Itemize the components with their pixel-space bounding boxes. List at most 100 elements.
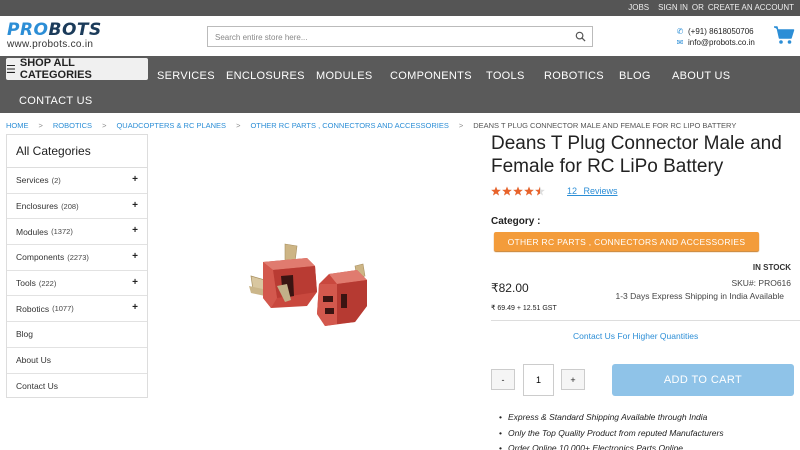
category-button[interactable]: OTHER RC PARTS , CONNECTORS AND ACCESSOR… xyxy=(494,232,759,251)
phone-icon: ✆ xyxy=(676,27,684,36)
reviews-link[interactable]: 12 Reviews xyxy=(567,186,618,196)
sidebar-title: All Categories xyxy=(7,135,147,168)
sidebar-item-modules[interactable]: Modules (1372) + xyxy=(7,219,147,246)
breadcrumb-separator: > xyxy=(458,121,464,130)
expand-icon[interactable]: + xyxy=(132,174,138,185)
add-to-cart-button[interactable]: ADD TO CART xyxy=(612,364,794,396)
breadcrumb-quadcopters[interactable]: QUADCOPTERS & RC PLANES xyxy=(116,121,226,130)
quantity-input[interactable] xyxy=(523,364,554,396)
star-icon xyxy=(491,186,501,196)
shop-all-categories-button[interactable]: ☰ SHOP ALL CATEGORIES xyxy=(6,57,148,81)
nav-item-modules[interactable]: MODULES xyxy=(316,70,373,82)
contact-info: ✆ (+91) 8618050706 ✉ info@probots.co.in xyxy=(676,26,755,48)
sidebar-item-label: Services xyxy=(16,175,49,186)
sidebar-item-blog[interactable]: Blog xyxy=(7,322,147,348)
account-links: JOBS SIGN IN OR CREATE AN ACCOUNT xyxy=(628,3,794,12)
category-sidebar: All Categories Services (2) + Enclosures… xyxy=(6,134,148,398)
search-box xyxy=(207,26,593,47)
product-image[interactable] xyxy=(245,236,375,341)
main-nav: ☰ SHOP ALL CATEGORIES SERVICES ENCLOSURE… xyxy=(0,56,800,113)
list-item: • Order Online 10,000+ Electronics Parts … xyxy=(499,441,724,450)
product-price: ₹82.00 xyxy=(491,281,529,295)
search-input[interactable] xyxy=(208,28,568,47)
breadcrumb-separator: > xyxy=(102,121,107,130)
sidebar-item-count: (208) xyxy=(61,201,79,211)
breadcrumb-separator: > xyxy=(236,121,241,130)
breadcrumb-other-rc-parts[interactable]: OTHER RC PARTS , CONNECTORS AND ACCESSOR… xyxy=(250,121,448,130)
breadcrumb-home[interactable]: HOME xyxy=(6,121,29,130)
phone-number[interactable]: (+91) 8618050706 xyxy=(688,26,754,37)
bullet-icon: • xyxy=(499,412,502,422)
sidebar-item-count: (1372) xyxy=(51,227,73,237)
nav-item-robotics[interactable]: ROBOTICS xyxy=(544,70,604,82)
cart-icon[interactable] xyxy=(773,25,795,45)
sidebar-item-services[interactable]: Services (2) + xyxy=(7,168,147,194)
expand-icon[interactable]: + xyxy=(132,225,138,236)
sidebar-item-label: Blog xyxy=(16,329,34,340)
female-connector xyxy=(317,263,367,326)
sidebar-item-count: (1077) xyxy=(52,304,74,314)
email-address[interactable]: info@probots.co.in xyxy=(688,37,755,48)
list-item: • Express & Standard Shipping Available t… xyxy=(499,410,724,426)
male-connector xyxy=(249,243,317,308)
contact-higher-quantities-link[interactable]: Contact Us For Higher Quantities xyxy=(573,331,698,341)
expand-icon[interactable]: + xyxy=(132,251,138,262)
sign-in-link[interactable]: SIGN IN xyxy=(658,3,688,12)
nav-item-enclosures[interactable]: ENCLOSURES xyxy=(226,70,305,82)
star-icon xyxy=(513,186,523,196)
highlight-text: Express & Standard Shipping Available th… xyxy=(507,412,708,422)
sidebar-item-label: About Us xyxy=(16,355,51,366)
or-text: OR xyxy=(691,3,704,12)
sku: SKU#: PRO616 xyxy=(731,278,791,288)
logo-brand-part1: PRO xyxy=(7,20,49,40)
site-logo[interactable]: PROBOTS www.probots.co.in xyxy=(7,22,117,52)
divider xyxy=(491,320,800,321)
bullet-icon: • xyxy=(499,427,502,438)
sidebar-item-contact-us[interactable]: Contact Us xyxy=(7,374,147,400)
quantity-increase-button[interactable]: + xyxy=(561,369,585,390)
breadcrumb-current: DEANS T PLUG CONNECTOR MALE AND FEMALE F… xyxy=(473,121,737,130)
breadcrumb-robotics[interactable]: ROBOTICS xyxy=(53,121,92,130)
sidebar-item-label: Modules xyxy=(16,226,49,237)
sidebar-item-count: (2273) xyxy=(67,252,89,262)
nav-item-tools[interactable]: TOOLS xyxy=(486,70,525,82)
list-item: • Only the Top Quality Product from reput… xyxy=(499,426,724,442)
create-account-link[interactable]: CREATE AN ACCOUNT xyxy=(708,3,794,12)
menu-icon: ☰ xyxy=(6,63,16,76)
sidebar-item-count: (222) xyxy=(38,278,57,288)
star-icon xyxy=(524,186,534,196)
jobs-link[interactable]: JOBS xyxy=(628,3,649,12)
sidebar-item-components[interactable]: Components (2273) + xyxy=(7,245,147,271)
quantity-decrease-button[interactable]: - xyxy=(491,369,515,390)
sidebar-item-tools[interactable]: Tools (222) + xyxy=(7,271,147,297)
sidebar-item-about-us[interactable]: About Us xyxy=(7,348,147,374)
shop-all-label: SHOP ALL CATEGORIES xyxy=(19,57,92,81)
sidebar-item-label: Tools xyxy=(16,278,36,289)
logo-url: www.probots.co.in xyxy=(7,39,94,50)
search-icon[interactable] xyxy=(575,31,586,42)
sidebar-item-count: (2) xyxy=(51,175,61,185)
sidebar-item-robotics[interactable]: Robotics (1077) + xyxy=(7,296,147,323)
sidebar-item-enclosures[interactable]: Enclosures (208) + xyxy=(7,194,147,220)
expand-icon[interactable]: + xyxy=(132,277,138,288)
shipping-info: 1-3 Days Express Shipping in India Avail… xyxy=(615,291,784,301)
nav-item-blog[interactable]: BLOG xyxy=(619,70,651,82)
sidebar-item-label: Components xyxy=(16,252,65,263)
highlight-text: Only the Top Quality Product from repute… xyxy=(507,427,724,438)
header: PROBOTS www.probots.co.in ✆ (+91) 8618050… xyxy=(0,16,800,56)
top-bar: JOBS SIGN IN OR CREATE AN ACCOUNT xyxy=(0,0,800,16)
star-icon xyxy=(502,186,512,196)
stock-status: IN STOCK xyxy=(752,263,791,272)
bullet-icon: • xyxy=(499,443,502,450)
breadcrumb: HOME > ROBOTICS > QUADCOPTERS & RC PLANE… xyxy=(6,121,736,130)
nav-item-about-us[interactable]: ABOUT US xyxy=(672,70,730,82)
nav-item-components[interactable]: COMPONENTS xyxy=(390,70,472,82)
highlight-text: Order Online 10,000+ Electronics Parts O… xyxy=(507,443,684,450)
nav-item-services[interactable]: SERVICES xyxy=(157,70,215,82)
expand-icon[interactable]: + xyxy=(132,200,138,211)
breadcrumb-separator: > xyxy=(38,121,43,130)
gst-breakdown: ₹ 69.49 + 12.51 GST xyxy=(491,305,557,312)
nav-item-contact-us[interactable]: CONTACT US xyxy=(19,95,93,107)
product-highlights: • Express & Standard Shipping Available t… xyxy=(499,410,724,450)
expand-icon[interactable]: + xyxy=(132,302,138,313)
